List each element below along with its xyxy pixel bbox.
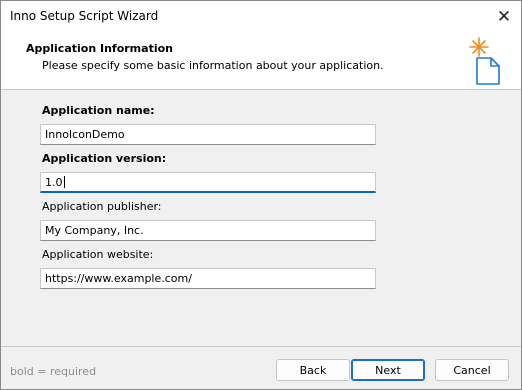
- app-publisher-value: My Company, Inc.: [45, 224, 144, 237]
- back-button[interactable]: Back: [276, 359, 350, 381]
- next-button[interactable]: Next: [351, 359, 425, 381]
- app-website-value: https://www.example.com/: [45, 272, 192, 285]
- title-bar: Inno Setup Script Wizard ✕: [1, 1, 521, 32]
- page-subtitle: Please specify some basic information ab…: [42, 59, 384, 72]
- wizard-header: Application Information Please specify s…: [1, 32, 521, 89]
- app-version-label: Application version:: [42, 152, 167, 165]
- page-title: Application Information: [26, 42, 173, 55]
- wizard-window: Inno Setup Script Wizard ✕ Application I…: [0, 0, 522, 390]
- sparkle-icon: [469, 37, 489, 57]
- cancel-button[interactable]: Cancel: [435, 359, 509, 381]
- app-name-label: Application name:: [42, 104, 155, 117]
- app-version-input[interactable]: 1.0: [40, 172, 376, 193]
- app-version-value: 1.0: [45, 176, 63, 189]
- app-website-input[interactable]: https://www.example.com/: [40, 268, 376, 289]
- form-area: Application name: InnoIconDemo Applicati…: [1, 90, 521, 345]
- app-name-value: InnoIconDemo: [45, 128, 125, 141]
- close-icon: ✕: [496, 6, 512, 27]
- app-name-input[interactable]: InnoIconDemo: [40, 124, 376, 145]
- app-publisher-label: Application publisher:: [42, 200, 162, 213]
- footer-divider: [1, 346, 521, 347]
- app-publisher-input[interactable]: My Company, Inc.: [40, 220, 376, 241]
- app-website-label: Application website:: [42, 248, 154, 261]
- close-button[interactable]: ✕: [487, 1, 521, 32]
- text-caret: [63, 176, 65, 188]
- window-title: Inno Setup Script Wizard: [10, 9, 159, 23]
- required-legend: bold = required: [10, 365, 97, 378]
- wizard-document-icon: [469, 37, 500, 85]
